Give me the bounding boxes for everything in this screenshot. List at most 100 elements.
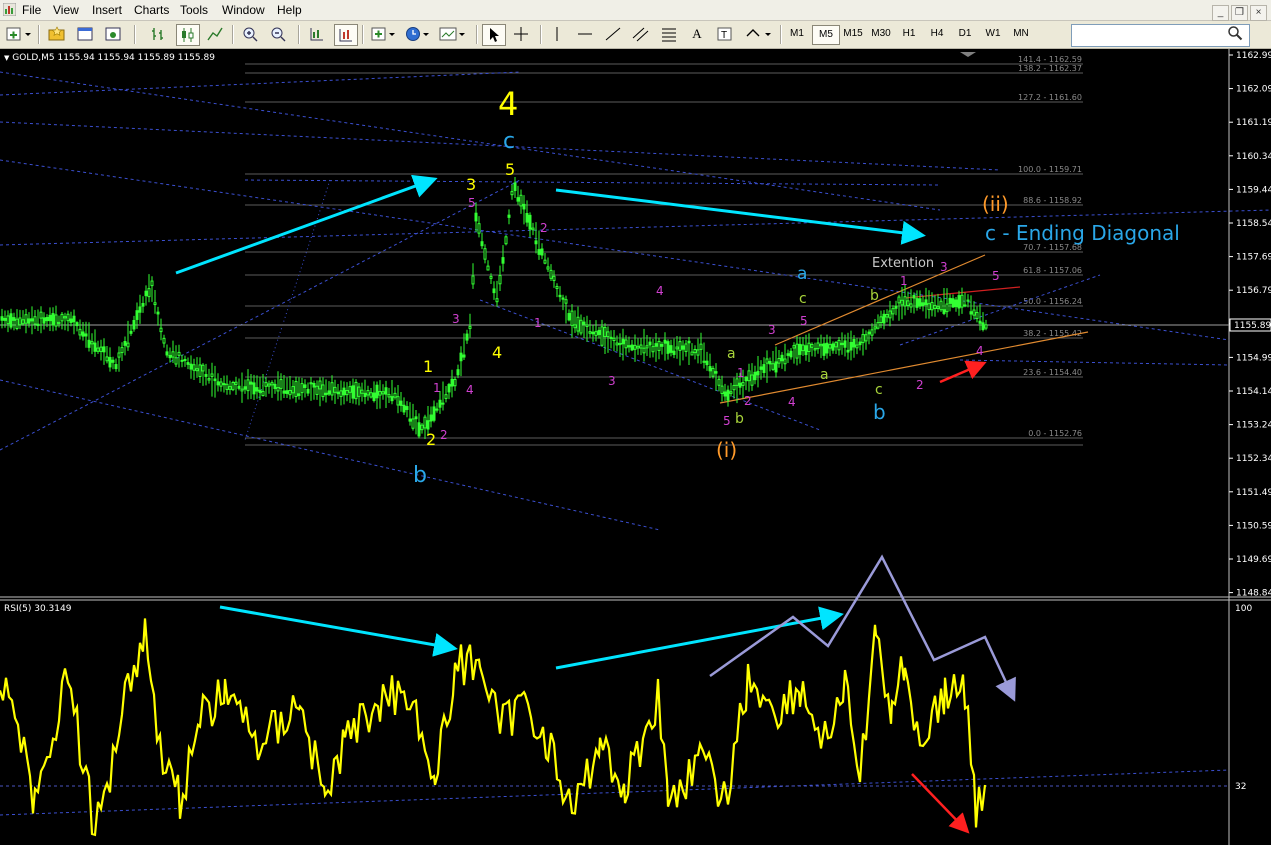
wave-label[interactable]: 4: [498, 85, 518, 123]
zoom-out-button[interactable]: [268, 24, 290, 44]
templates-button[interactable]: [438, 24, 468, 44]
arrow-down[interactable]: [555, 188, 926, 245]
timeframe-h4[interactable]: H4: [924, 25, 950, 43]
market-watch-button[interactable]: [74, 24, 96, 44]
timeframe-m15[interactable]: M15: [840, 25, 866, 43]
wave-label[interactable]: b: [413, 463, 427, 488]
timeframe-w1[interactable]: W1: [980, 25, 1006, 43]
wave-label[interactable]: 2: [916, 378, 924, 392]
wave-label[interactable]: 2: [440, 428, 448, 442]
purple-zigzag[interactable]: [709, 554, 1016, 702]
wave-label[interactable]: 5: [992, 269, 1000, 283]
wave-label[interactable]: 1: [737, 366, 745, 380]
vertical-line-button[interactable]: [546, 24, 568, 44]
menu-file[interactable]: File: [22, 3, 41, 17]
trendline[interactable]: [244, 179, 331, 441]
line-chart-button[interactable]: [204, 24, 226, 44]
wave-label[interactable]: b: [870, 288, 879, 304]
profiles-button[interactable]: [46, 24, 68, 44]
arrows-button[interactable]: [744, 24, 774, 44]
search-input[interactable]: [1071, 24, 1250, 47]
menu-charts[interactable]: Charts: [134, 3, 169, 17]
bar-chart-button[interactable]: [148, 24, 170, 44]
wave-label[interactable]: 2: [744, 394, 752, 408]
crosshair-button[interactable]: [510, 24, 532, 44]
wave-label[interactable]: 5: [505, 160, 515, 179]
wave-label[interactable]: 4: [492, 343, 502, 362]
channel-button[interactable]: [630, 24, 652, 44]
wave-label[interactable]: 3: [452, 312, 460, 326]
red-arrow[interactable]: [939, 360, 987, 384]
indicators-button[interactable]: [370, 24, 398, 44]
chart-shift-button[interactable]: [306, 24, 328, 44]
collapse-arrow-icon[interactable]: ▼: [4, 54, 9, 62]
menu-window[interactable]: Window: [222, 3, 265, 17]
trendline[interactable]: [0, 121, 1001, 171]
wave-label[interactable]: 3: [940, 260, 948, 274]
trendline[interactable]: [244, 179, 941, 186]
trendline[interactable]: [959, 359, 1230, 366]
menu-view[interactable]: View: [53, 3, 79, 17]
wave-label[interactable]: 2: [426, 430, 436, 449]
wave-label[interactable]: c: [875, 382, 883, 398]
wave-label[interactable]: 5: [723, 414, 731, 428]
timeframe-h1[interactable]: H1: [896, 25, 922, 43]
wave-label[interactable]: a: [797, 264, 807, 284]
fibonacci-button[interactable]: [658, 24, 680, 44]
wave-label[interactable]: 1: [433, 381, 441, 395]
wave-label[interactable]: 4: [976, 344, 984, 358]
fibonacci-retracement[interactable]: 141.4 - 1162.59138.2 - 1162.37 127.2 - 11…: [245, 55, 1083, 446]
periods-button[interactable]: [404, 24, 432, 44]
timeframe-m5[interactable]: M5: [812, 25, 840, 45]
label-button[interactable]: T: [714, 24, 736, 44]
search-icon[interactable]: [1227, 25, 1243, 41]
extention-label[interactable]: Extention: [872, 256, 934, 271]
wave-label[interactable]: b: [873, 400, 886, 424]
menu-tools[interactable]: Tools: [180, 3, 208, 17]
timeframe-mn[interactable]: MN: [1008, 25, 1034, 43]
horizontal-line-button[interactable]: [574, 24, 596, 44]
wave-label[interactable]: a: [727, 346, 736, 362]
zoom-in-button[interactable]: [240, 24, 262, 44]
timeframe-m1[interactable]: M1: [784, 25, 810, 43]
arrow-up[interactable]: [175, 174, 438, 275]
restore-button[interactable]: ❐: [1231, 5, 1248, 21]
minimize-button[interactable]: _: [1212, 5, 1229, 21]
wave-label[interactable]: b: [735, 411, 744, 427]
timeframe-d1[interactable]: D1: [952, 25, 978, 43]
new-chart-button[interactable]: [4, 24, 34, 44]
auto-scroll-button[interactable]: [334, 24, 358, 46]
wave-label[interactable]: 2: [540, 221, 548, 235]
wave-label[interactable]: 3: [768, 323, 776, 337]
wave-label[interactable]: 5: [468, 196, 476, 210]
wave-label[interactable]: 5: [800, 314, 808, 328]
candle-chart-button[interactable]: [176, 24, 200, 46]
wave-label[interactable]: 3: [466, 175, 476, 194]
cursor-button[interactable]: [482, 24, 506, 46]
wave-label[interactable]: a: [820, 367, 829, 383]
trendline[interactable]: [479, 299, 821, 431]
wave-label[interactable]: 1: [534, 316, 542, 330]
trendline[interactable]: [0, 379, 661, 531]
wave-label[interactable]: 1: [900, 274, 908, 288]
rsi-arrow-up[interactable]: [555, 606, 844, 670]
wave-label[interactable]: 4: [656, 284, 664, 298]
menu-help[interactable]: Help: [277, 3, 302, 17]
text-button[interactable]: A: [686, 24, 708, 44]
wave-label[interactable]: (i): [716, 438, 737, 462]
chart-area[interactable]: 1162.99 1162.09 1161.19 1160.34 1159.44 1158.…: [0, 49, 1271, 845]
wave-label[interactable]: 3: [608, 374, 616, 388]
wave-label[interactable]: (ii): [982, 192, 1009, 216]
rsi-arrow-down[interactable]: [219, 605, 458, 657]
menu-insert[interactable]: Insert: [92, 3, 122, 17]
wave-label[interactable]: c: [503, 129, 515, 154]
trendline-button[interactable]: [602, 24, 624, 44]
close-button[interactable]: ×: [1250, 5, 1267, 21]
wave-label[interactable]: c: [799, 291, 807, 307]
ending-diagonal-label[interactable]: c - Ending Diagonal: [985, 221, 1180, 245]
trendline[interactable]: [0, 179, 521, 451]
red-arrow-rsi[interactable]: [911, 773, 970, 834]
wave-label[interactable]: 4: [788, 395, 796, 409]
wave-label[interactable]: 4: [466, 383, 474, 397]
timeframe-m30[interactable]: M30: [868, 25, 894, 43]
